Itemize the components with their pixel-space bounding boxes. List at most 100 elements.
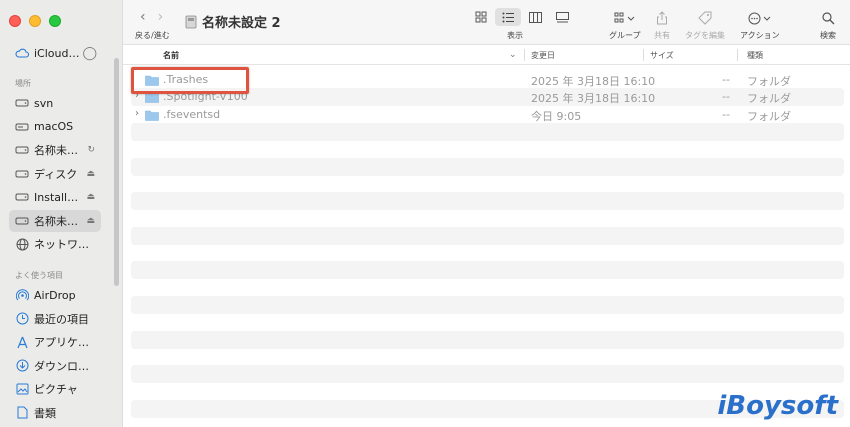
globe-icon: [15, 237, 29, 251]
column-size[interactable]: サイズ: [650, 45, 674, 65]
sidebar-item-label: 書類: [34, 406, 56, 420]
sidebar-item[interactable]: ピクチャ: [9, 378, 101, 400]
sidebar-item-label: ネットワ…: [34, 238, 89, 251]
row-stripe: [131, 365, 844, 384]
sidebar-item-icloud[interactable]: iCloud… ◯: [9, 42, 101, 64]
cloud-icon: [15, 46, 29, 60]
sidebar-item-label: 名称未…: [34, 214, 78, 228]
sidebar-item[interactable]: ネットワ…: [9, 233, 101, 255]
sidebar-item[interactable]: 名称未… ↻: [9, 139, 101, 161]
group-button[interactable]: グループ: [609, 9, 641, 41]
file-kind: フォルダ: [747, 109, 791, 123]
sidebar-item-label: macOS: [34, 120, 74, 133]
tag-button[interactable]: タグを編集: [685, 9, 725, 41]
sidebar-item-label: ピクチャ: [34, 383, 78, 396]
list-icon: [502, 12, 514, 22]
search-label: 検索: [820, 31, 836, 40]
table-row[interactable]: › .fseventsd 今日 9:05 -- フォルダ: [123, 106, 850, 124]
column-modified[interactable]: 変更日: [531, 45, 555, 65]
close-button[interactable]: [9, 15, 21, 27]
group-grid-icon: [614, 9, 636, 27]
sidebar-item-label: アプリケ…: [34, 336, 89, 349]
back-chevron-icon[interactable]: ‹: [140, 9, 146, 25]
sidebar-item-label: AirDrop: [34, 288, 76, 302]
sidebar-item[interactable]: アプリケ…: [9, 331, 101, 353]
file-kind: フォルダ: [747, 92, 791, 106]
sidebar-item-label: Install…: [34, 190, 79, 204]
disk-icon: [15, 96, 29, 110]
sort-chevron-icon[interactable]: ⌄: [509, 45, 517, 65]
sync-icon[interactable]: ↻: [87, 145, 95, 155]
sidebar-item[interactable]: 書類: [9, 402, 101, 424]
disk-icon: [15, 214, 29, 228]
file-date: 2025 年 3月18日 16:10: [531, 92, 656, 106]
disk-icon: [15, 190, 29, 204]
sidebar-item[interactable]: AirDrop: [9, 284, 101, 306]
columns-icon: [528, 11, 542, 23]
sidebar-item[interactable]: macOS: [9, 116, 101, 138]
column-kind[interactable]: 種類: [747, 45, 763, 65]
sidebar-section-locations: 場所: [15, 79, 31, 88]
sidebar: iCloud… ◯ 場所 よく使う項目 svn macOS 名称未… ↻ ディスク ⏏ In…: [0, 0, 123, 427]
column-view-button[interactable]: [522, 8, 548, 26]
eject-icon[interactable]: ⏏: [86, 192, 95, 202]
sidebar-item[interactable]: Install… ⏏: [9, 186, 101, 208]
window-title: 名称未設定 2: [185, 12, 281, 31]
file-kind: フォルダ: [747, 75, 791, 88]
column-divider[interactable]: [524, 49, 525, 61]
row-stripe: [131, 330, 844, 349]
sidebar-item-label: iCloud…: [34, 46, 80, 60]
row-stripe: [131, 157, 844, 176]
toolbar: ‹ › 戻る/進む 名称未設定 2 表示 グループ 共有 タグを編集 アクション…: [123, 0, 850, 45]
eject-icon[interactable]: ⏏: [86, 169, 95, 179]
watermark-logo: iBoysoft: [717, 391, 838, 421]
eject-icon[interactable]: ⏏: [86, 216, 95, 226]
forward-chevron-icon[interactable]: ›: [158, 9, 164, 25]
document-icon: [15, 406, 29, 420]
clock-icon: [15, 312, 29, 326]
sidebar-item-label: ディスク: [34, 167, 78, 181]
column-divider[interactable]: [737, 49, 738, 61]
share-icon: [656, 9, 668, 27]
search-button[interactable]: 検索: [820, 9, 836, 41]
zoom-button[interactable]: [49, 15, 61, 27]
sidebar-item-label: 名称未…: [34, 144, 78, 157]
row-stripe: [131, 122, 844, 141]
sidebar-item-label: ダウンロ…: [34, 359, 89, 373]
sidebar-item[interactable]: ディスク ⏏: [9, 163, 101, 185]
sidebar-scrollbar[interactable]: [114, 58, 119, 286]
file-date: 今日 9:05: [531, 109, 582, 123]
column-divider[interactable]: [643, 49, 644, 61]
nav-label: 戻る/進む: [135, 31, 170, 40]
share-button[interactable]: 共有: [654, 9, 670, 41]
icon-view-button[interactable]: [468, 8, 494, 26]
view-label-wrap: 表示: [507, 30, 523, 41]
file-date: 2025 年 3月18日 16:10: [531, 75, 656, 88]
gallery-view-button[interactable]: [549, 8, 575, 26]
search-icon: [821, 9, 835, 27]
disk-icon: [185, 15, 197, 28]
file-size: --: [722, 73, 730, 86]
sidebar-item[interactable]: svn: [9, 92, 101, 114]
storage-indicator-icon: ◯: [82, 45, 97, 61]
window-title-text: 名称未設定 2: [202, 16, 281, 31]
view-label: 表示: [507, 31, 523, 40]
window-controls: [9, 15, 61, 27]
sidebar-item[interactable]: 最近の項目: [9, 308, 101, 330]
share-label: 共有: [654, 31, 670, 40]
file-size: --: [722, 107, 730, 121]
row-stripe: [131, 192, 844, 211]
disclosure-chevron-icon[interactable]: ›: [135, 108, 139, 119]
sidebar-item[interactable]: ダウンロ…: [9, 355, 101, 377]
annotation-highlight-box: [131, 67, 249, 94]
tag-label: タグを編集: [685, 31, 725, 40]
action-button[interactable]: アクション: [740, 9, 780, 41]
folder-icon: [145, 110, 159, 121]
drive-icon: [15, 120, 29, 134]
minimize-button[interactable]: [29, 15, 41, 27]
action-label: アクション: [740, 31, 780, 40]
sidebar-item[interactable]: 名称未… ⏏: [9, 209, 101, 232]
column-name[interactable]: 名前: [163, 45, 179, 65]
column-header: 名前 ⌄ 変更日 サイズ 種類: [123, 45, 850, 65]
list-view-button[interactable]: [495, 8, 521, 26]
